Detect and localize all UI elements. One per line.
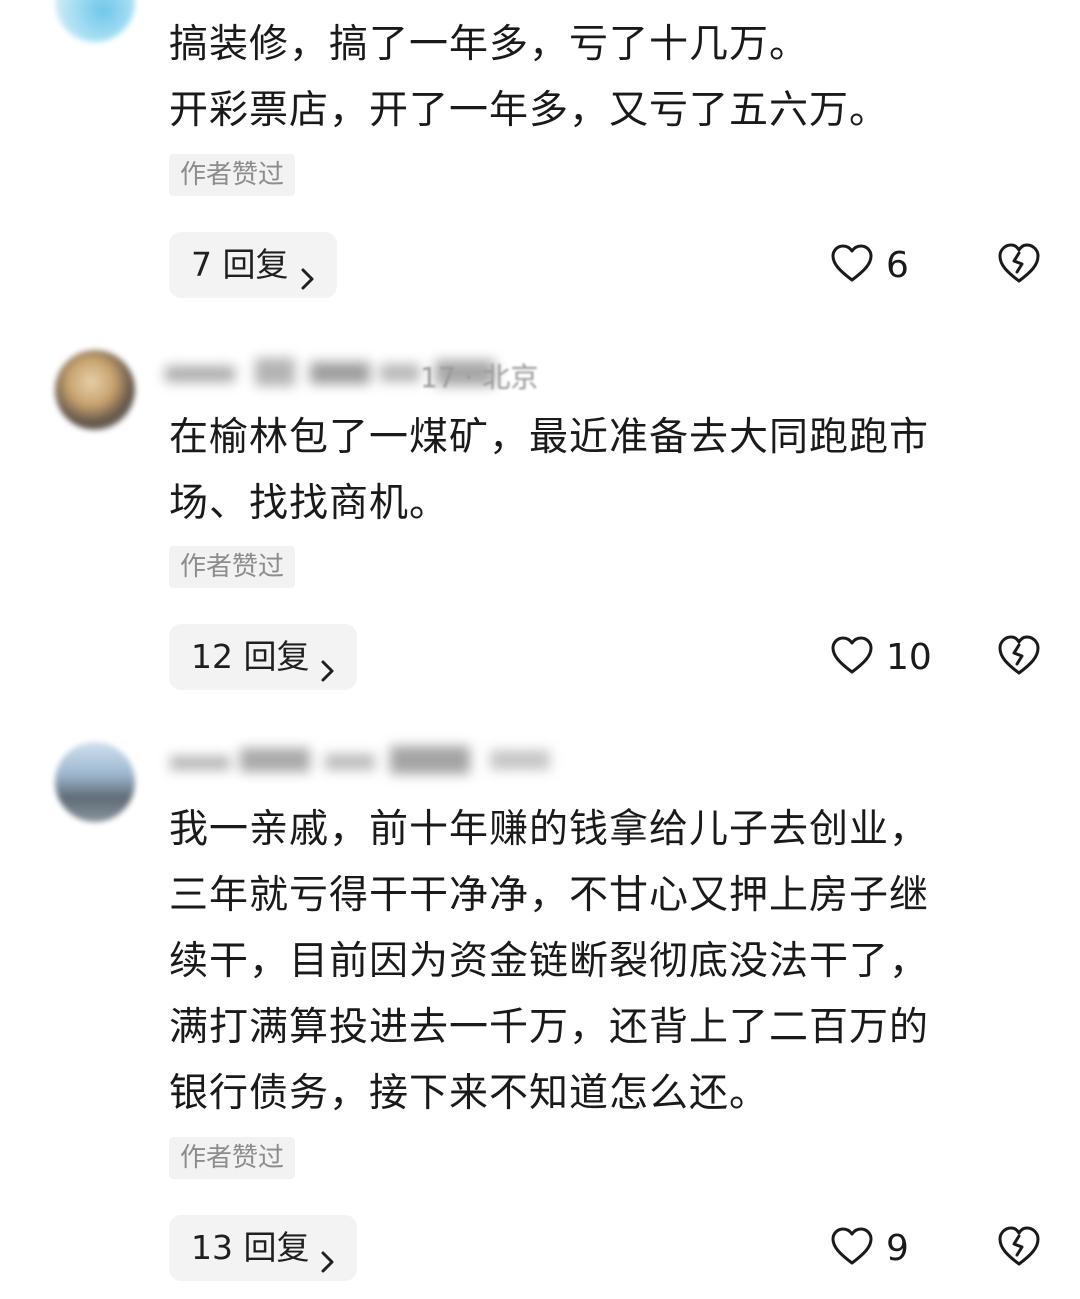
comment-text-line: 三年就亏得干干净净，不甘心又押上房子继 — [169, 873, 930, 918]
like-button[interactable]: 9 — [830, 1223, 909, 1273]
like-count: 10 — [886, 636, 932, 678]
comment-text-line: 银行债务，接下来不知道怎么还。 — [169, 1071, 770, 1116]
like-button[interactable]: 6 — [830, 240, 909, 290]
broken-heart-icon — [996, 243, 1042, 290]
author-name-blurred[interactable] — [160, 740, 560, 780]
comment-text-line: 在榆林包了一煤矿，最近准备去大同跑跑市 — [169, 415, 930, 460]
chevron-right-icon — [317, 1233, 339, 1273]
view-replies-button[interactable]: 12 回复 — [169, 624, 358, 690]
comment-text-line: 满打满算投进去一千万，还背上了二百万的 — [169, 1005, 930, 1050]
broken-heart-icon — [996, 1226, 1042, 1273]
heart-outline-icon — [830, 1226, 874, 1270]
broken-heart-icon — [996, 635, 1042, 682]
heart-outline-icon — [830, 243, 874, 287]
comment-meta: 17 · 北京 — [420, 361, 539, 394]
reply-count-label: 13 回复 — [191, 1228, 310, 1267]
comment-text-line: 续干，目前因为资金链断裂彻底没法干了， — [169, 939, 930, 984]
comment-text: 在榆林包了一煤矿，最近准备去大同跑跑市 场、找找商机。 — [169, 405, 1049, 537]
avatar[interactable] — [55, 350, 135, 430]
reply-count-label: 12 回复 — [191, 637, 310, 676]
author-liked-badge: 作者赞过 — [169, 1137, 296, 1179]
avatar[interactable] — [55, 742, 135, 822]
comment-text-line: 我一亲戚，前十年赚的钱拿给儿子去创业， — [169, 807, 930, 852]
avatar[interactable] — [55, 0, 135, 42]
heart-outline-icon — [830, 635, 874, 679]
dislike-button[interactable] — [996, 240, 1042, 286]
chevron-right-icon — [317, 642, 339, 682]
dislike-button[interactable] — [996, 1223, 1042, 1269]
reply-count-label: 7 回复 — [191, 245, 289, 284]
comment-text: 我一亲戚，前十年赚的钱拿给儿子去创业， 三年就亏得干干净净，不甘心又押上房子继 … — [169, 797, 1049, 1127]
comment-text-line: 开彩票店，开了一年多，又亏了五六万。 — [169, 88, 890, 133]
author-liked-badge: 作者赞过 — [169, 546, 296, 588]
like-count: 9 — [886, 1227, 909, 1269]
chevron-right-icon — [297, 250, 319, 290]
like-button[interactable]: 10 — [830, 632, 932, 682]
comment-text: 搞装修，搞了一年多，亏了十几万。 开彩票店，开了一年多，又亏了五六万。 — [169, 12, 1049, 144]
view-replies-button[interactable]: 13 回复 — [169, 1215, 358, 1281]
dislike-button[interactable] — [996, 632, 1042, 678]
comment-text-line: 场、找找商机。 — [169, 481, 450, 526]
comment-text-line: 搞装修，搞了一年多，亏了十几万。 — [169, 22, 810, 67]
like-count: 6 — [886, 244, 909, 286]
author-liked-badge: 作者赞过 — [169, 154, 296, 196]
view-replies-button[interactable]: 7 回复 — [169, 232, 337, 298]
